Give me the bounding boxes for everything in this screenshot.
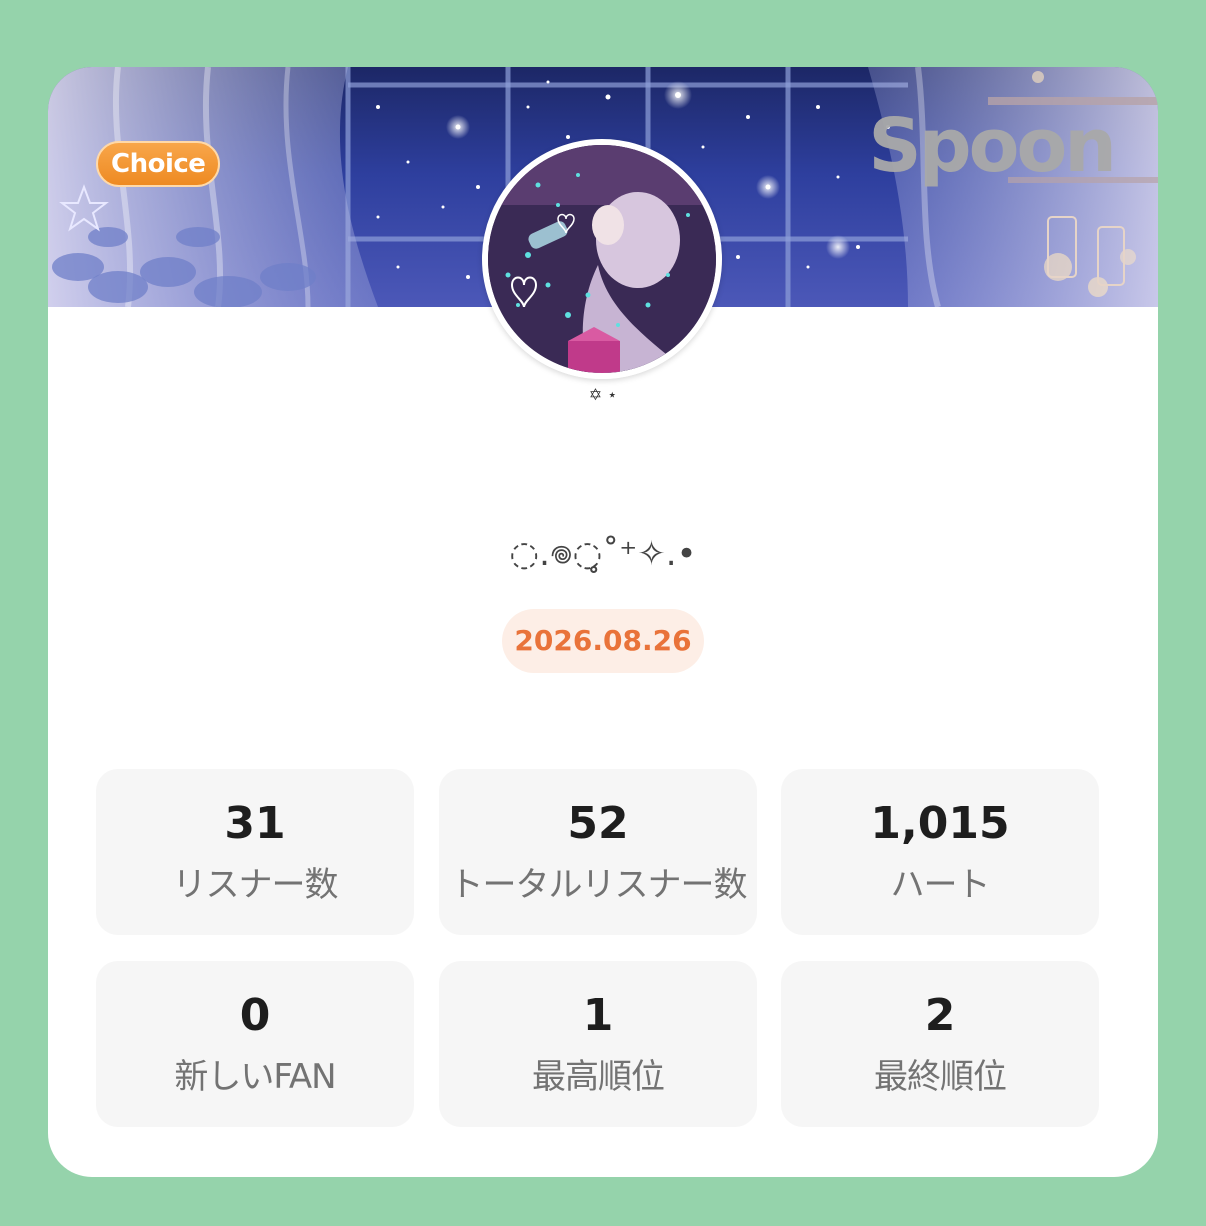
stat-label: トータルリスナー数 (449, 865, 748, 905)
live-summary-card: Choice Spoon ✡︎ ⋆ ◌.𖦹◌̥˚⁺✧.• 2026.08.26 … (48, 67, 1158, 1177)
stat-value: 1,015 (870, 798, 1010, 849)
stat-tile-total-listeners: 52 トータルリスナー数 (439, 769, 757, 935)
stat-label: リスナー数 (172, 865, 339, 905)
spoon-logo: Spoon (868, 103, 1117, 189)
stat-tile-new-fans: 0 新しいFAN (96, 961, 414, 1127)
stat-value: 52 (567, 798, 629, 849)
stat-tile-best-rank: 1 最高順位 (439, 961, 757, 1127)
stat-value: 0 (239, 990, 271, 1041)
broadcast-date: 2026.08.26 (502, 609, 704, 673)
stat-value: 31 (224, 798, 286, 849)
stat-tile-listeners: 31 リスナー数 (96, 769, 414, 935)
stat-label: 最終順位 (874, 1057, 1007, 1097)
avatar-illustration-icon (488, 145, 716, 373)
stat-value: 1 (582, 990, 614, 1041)
stat-label: 新しいFAN (174, 1057, 336, 1097)
profile-avatar[interactable] (482, 139, 722, 379)
broadcast-title: ◌.𖦹◌̥˚⁺✧.• (509, 534, 697, 574)
choice-badge: Choice (96, 141, 221, 187)
broadcast-subtitle: ✡︎ ⋆ (588, 385, 618, 404)
stat-label: 最高順位 (532, 1057, 665, 1097)
stat-value: 2 (924, 990, 956, 1041)
stat-tile-hearts: 1,015 ハート (781, 769, 1099, 935)
stat-label: ハート (890, 865, 991, 905)
stat-tile-final-rank: 2 最終順位 (781, 961, 1099, 1127)
